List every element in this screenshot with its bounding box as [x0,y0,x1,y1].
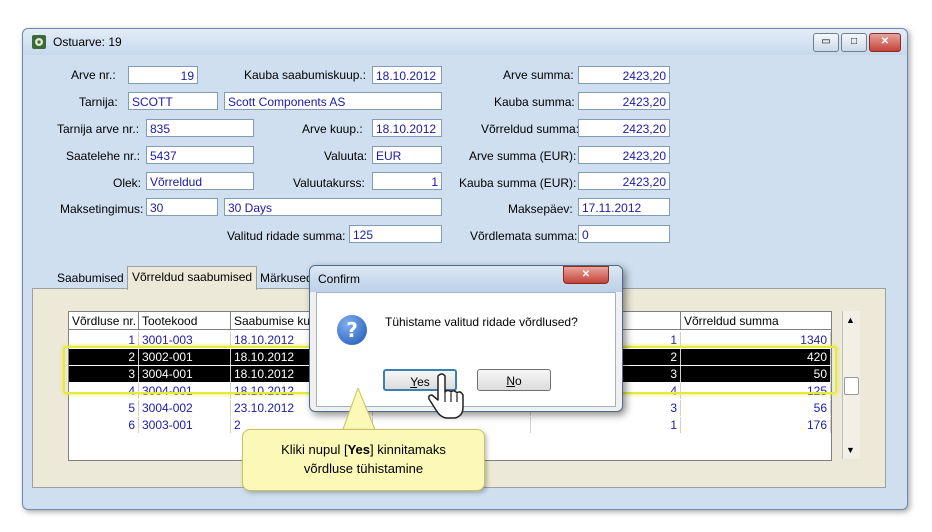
arve-nr-label: Arve nr.: [71,68,116,82]
vordlemata-summa-label: Võrdlemata summa: [470,229,578,243]
kauba-summa-eur-label: Kauba summa (EUR): [459,176,577,190]
dialog-title: Confirm [318,272,361,286]
maksetingimus-label: Maksetingimus: [60,202,144,216]
maksetingimus-code-field[interactable]: 30 [146,198,218,216]
hand-cursor-icon [428,372,470,423]
callout-text-pre: Kliki nupul [ [281,442,348,457]
dialog-message: Tühistame valitud ridade võrdlused? [385,315,578,329]
saatelehe-nr-field[interactable]: 5437 [146,146,254,164]
tarnija-code-field[interactable]: SCOTT [128,92,218,110]
valuutakurss-label: Valuutakurss: [293,176,365,190]
question-icon: ? [337,315,367,345]
vorreldud-summa-label: Võrreldud summa: [481,122,580,136]
valuutakurss-field[interactable]: 1 [372,172,442,190]
arve-summa-eur-field[interactable]: 2423,20 [578,146,670,164]
scroll-thumb[interactable] [844,377,859,395]
tarnija-name-field[interactable]: Scott Components AS [224,92,442,110]
callout-pointer [328,386,388,435]
arve-kuup-field[interactable]: 18.10.2012 [372,119,442,137]
valitud-ridade-summa-field[interactable]: 125 [349,225,442,243]
table-cell: 5 [69,400,139,416]
minimize-button[interactable]: ▭ [813,33,839,52]
valitud-ridade-summa-label: Valitud ridade summa: [227,229,346,243]
olek-field[interactable]: Võrreldud [146,172,254,190]
scroll-up-icon[interactable]: ▲ [846,315,855,325]
kauba-summa-eur-field[interactable]: 2423,20 [578,172,670,190]
vorreldud-summa-field[interactable]: 2423,20 [578,119,670,137]
tarnija-label: Tarnija: [79,95,118,109]
arve-kuup-label: Arve kuup.: [302,122,363,136]
valuuta-field[interactable]: EUR [372,146,442,164]
close-button[interactable]: ✕ [869,33,901,52]
callout-line2: võrdluse tühistamine [303,461,424,476]
arve-summa-label: Arve summa: [503,68,574,82]
callout-text-bold: Yes [347,442,371,457]
no-button-label: o [514,374,522,388]
kauba-summa-field[interactable]: 2423,20 [578,92,670,110]
valuuta-label: Valuuta: [324,149,368,163]
tab-saabumised[interactable]: Saabumised [53,268,128,288]
maximize-button[interactable]: □ [841,33,867,52]
arve-summa-eur-label: Arve summa (EUR): [469,149,577,163]
table-cell: 6 [69,417,139,433]
kauba-summa-label: Kauba summa: [494,95,575,109]
tarnija-arve-nr-label: Tarnija arve nr.: [57,122,140,136]
app-icon [31,34,47,50]
arve-summa-field[interactable]: 2423,20 [578,66,670,84]
vertical-scrollbar[interactable]: ▲ ▼ [842,311,860,459]
table-cell: 56 [681,400,831,416]
callout-line1: Kliki nupul [Yes] kinnitamaks [243,440,484,459]
tarnija-arve-nr-field[interactable]: 835 [146,119,254,137]
table-cell: 1 [531,417,681,433]
kauba-saabumiskuup-field[interactable]: 18.10.2012 [372,66,442,84]
dialog-close-button[interactable]: ✕ [563,266,609,284]
instruction-callout: Kliki nupul [Yes] kinnitamaks võrdluse t… [242,429,485,491]
table-cell: 176 [681,417,831,433]
col-header-vorreldud-summa[interactable]: Võrreldud summa [681,312,831,330]
table-cell: 3003-001 [139,417,231,433]
no-button[interactable]: No [477,369,551,391]
callout-text-post: ] kinnitamaks [370,442,446,457]
olek-label: Olek: [113,176,142,190]
maksetingimus-name-field[interactable]: 30 Days [224,198,442,216]
window-title: Ostuarve: 19 [53,35,122,49]
dialog-titlebar[interactable]: Confirm ✕ [310,266,622,292]
saatelehe-nr-label: Saatelehe nr.: [66,149,141,163]
window-titlebar[interactable]: Ostuarve: 19 ▭ □ ✕ [23,29,907,55]
scroll-down-icon[interactable]: ▼ [846,445,855,455]
tab-markused[interactable]: Märkused [256,268,316,288]
maksepaev-field[interactable]: 17.11.2012 [578,198,670,216]
arve-nr-field[interactable]: 19 [128,66,198,84]
vordlemata-summa-field[interactable]: 0 [578,225,670,243]
table-cell: 3004-002 [139,400,231,416]
col-header-tootekood[interactable]: Tootekood [139,312,231,330]
maksepaev-label: Maksepäev: [508,202,573,216]
kauba-saabumiskuup-label: Kauba saabumiskuup.: [244,68,367,82]
tab-vorreldud-saabumised[interactable]: Võrreldud saabumised [127,266,258,290]
no-button-mnemonic: N [506,374,515,388]
col-header-vordluse-nr[interactable]: Võrdluse nr. [69,312,139,330]
